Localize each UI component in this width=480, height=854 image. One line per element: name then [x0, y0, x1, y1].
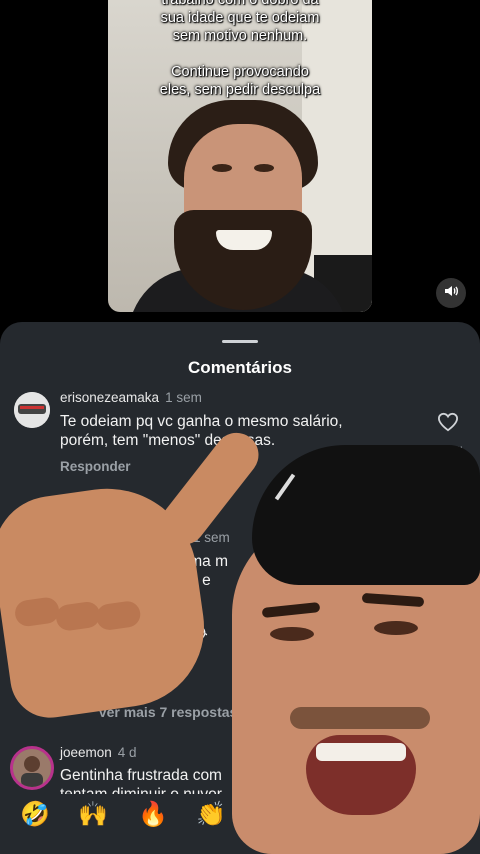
- reply-partial[interactable]: osta: [200, 490, 226, 506]
- caption-line: sem motivo nenhum.: [172, 28, 308, 44]
- drag-handle[interactable]: [222, 340, 258, 343]
- username-text[interactable]: joeemon: [60, 745, 112, 760]
- caption-line: sua idade que te odeiam: [160, 10, 320, 26]
- video-caption: trabalho com o dobro da sua idade que te…: [108, 0, 372, 99]
- comments-sheet: Comentários erisonezeamaka 1 sem Te odeia…: [0, 322, 480, 854]
- comment-text-line: tentam diminuir o nuvor: [60, 785, 222, 794]
- comment-text-line: que e: [172, 572, 211, 589]
- view-more-replies-button[interactable]: Ver mais 7 respostas: [98, 704, 237, 720]
- person-head: [168, 100, 318, 310]
- like-button[interactable]: [437, 412, 459, 437]
- emoji-button[interactable]: 🤣: [20, 800, 50, 829]
- reply-button[interactable]: Responder: [60, 459, 131, 474]
- speaker-icon: [443, 283, 459, 304]
- comment-text: Gentinha frustrada com tentam diminuir o…: [60, 766, 222, 794]
- comment-username[interactable]: joeemon 4 d: [60, 745, 137, 760]
- username-text[interactable]: ão: [172, 530, 187, 545]
- comment-time: 1 sem: [165, 390, 202, 405]
- caption-line: [108, 45, 372, 63]
- volume-button[interactable]: [436, 278, 466, 308]
- avatar[interactable]: [14, 392, 50, 428]
- emoji-button[interactable]: 👏: [196, 800, 226, 829]
- like-count: 11 mil: [429, 444, 463, 459]
- emoji-quick-bar: 🤣 🙌 🔥 👏: [0, 800, 480, 840]
- comment-text-line: , uma m: [172, 553, 228, 570]
- comment-time: 4 d: [117, 745, 137, 760]
- username-text[interactable]: erisonezeamaka: [60, 390, 159, 405]
- comment-text: , uma m que e trab te: t: [172, 552, 228, 628]
- comment-text-line: porém, tem "menos" despesas.: [60, 432, 276, 449]
- heart-icon: [437, 412, 459, 436]
- comment-text-line: Te odeiam pq vc ganha o mesmo salário,: [60, 413, 343, 430]
- comment-text-line: trab: [172, 591, 199, 608]
- comment-emoji: 😂: [188, 624, 208, 643]
- comment-text: Te odeiam pq vc ganha o mesmo salário, p…: [60, 412, 343, 450]
- avatar[interactable]: [10, 746, 54, 790]
- comment-username[interactable]: erisonezeamaka 1 sem: [60, 390, 202, 405]
- comment-text-line: Gentinha frustrada com: [60, 767, 222, 784]
- emoji-button[interactable]: 🙌: [78, 800, 108, 829]
- sheet-title: Comentários: [188, 358, 292, 377]
- comment-username[interactable]: ão 1 sem: [172, 530, 230, 545]
- caption-line: eles, sem pedir desculpa: [159, 82, 321, 98]
- caption-line: Continue provocando: [171, 64, 309, 80]
- emoji-button[interactable]: 🔥: [138, 800, 168, 829]
- caption-line: trabalho com o dobro da: [161, 0, 319, 8]
- comment-time: 1 sem: [193, 530, 230, 545]
